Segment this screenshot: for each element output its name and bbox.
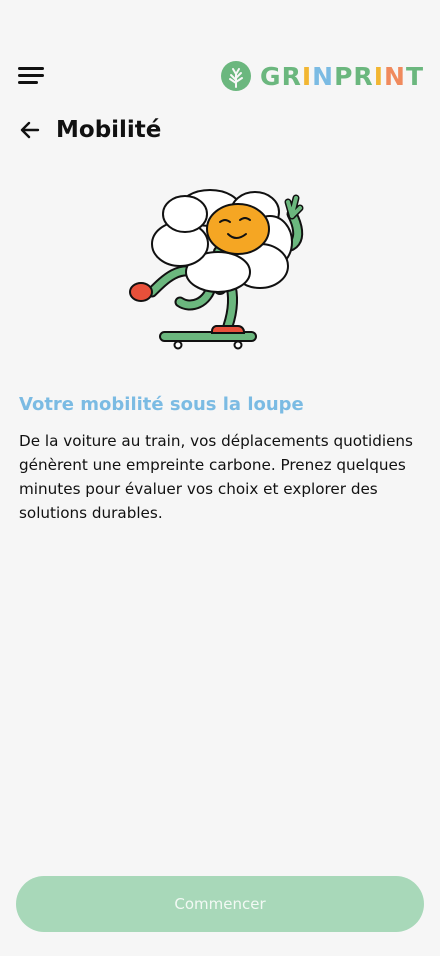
- logo-letter: I: [373, 61, 384, 91]
- hamburger-menu-icon[interactable]: [18, 63, 46, 89]
- logo-letter: I: [301, 61, 313, 91]
- logo-letter: N: [384, 61, 406, 91]
- section-title: Votre mobilité sous la loupe: [19, 394, 304, 415]
- skateboard: [159, 331, 257, 350]
- app-header: GRINPRINT: [0, 56, 440, 96]
- page-header: Mobilité: [18, 112, 161, 148]
- logo-wordmark: GRINPRINT: [260, 62, 424, 91]
- daisy-skateboard-illustration: [129, 189, 304, 350]
- intro-description: De la voiture au train, vos déplacements…: [19, 432, 413, 522]
- logo-letter: T: [405, 61, 424, 91]
- logo-letter: R: [353, 61, 374, 91]
- logo-letter: P: [334, 61, 354, 91]
- logo-letter: R: [281, 61, 302, 91]
- page-title: Mobilité: [56, 117, 162, 143]
- arrow-left-icon[interactable]: [18, 118, 42, 142]
- grinprint-logo: GRINPRINT: [220, 60, 424, 92]
- logo-letter: G: [260, 61, 282, 91]
- start-button[interactable]: Commencer: [16, 876, 424, 932]
- smiling-face: [206, 203, 270, 255]
- logo-letter: N: [312, 61, 335, 91]
- tree-logo-icon: [221, 61, 252, 91]
